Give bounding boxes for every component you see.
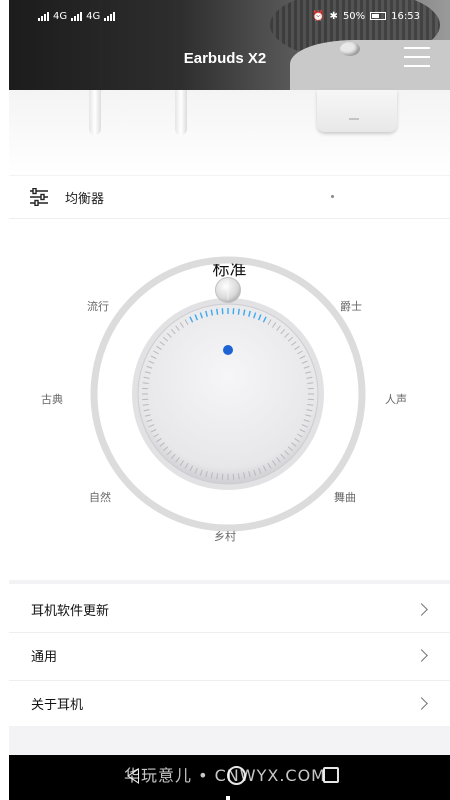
- product-image: [9, 90, 450, 175]
- list-item-label: 关于耳机: [31, 698, 84, 713]
- earbud-stem-left: [89, 90, 101, 135]
- dial-tick: [237, 308, 240, 315]
- list-item-label: 耳机软件更新: [31, 603, 110, 619]
- list-item-label: 通用: [31, 650, 58, 665]
- list-item-about[interactable]: 关于耳机: [9, 680, 450, 726]
- dial-indicator-dot: [223, 345, 233, 355]
- dial-knob: [137, 303, 319, 485]
- alarm-icon: ⏰: [312, 10, 325, 22]
- battery-icon: [370, 12, 387, 20]
- watermark-text: 华玩意儿 • CNWYX.COM: [124, 766, 326, 785]
- nav-indicator: [226, 796, 230, 800]
- mode-dance[interactable]: 舞曲: [334, 489, 356, 505]
- page-title: Earbuds X2: [183, 50, 267, 67]
- status-bar: 4G 4G ⏰ ✱ 50% 16:53: [38, 8, 420, 24]
- hamburger-menu-icon[interactable]: [404, 47, 430, 67]
- clock-time: 16:53: [391, 10, 420, 22]
- mode-vocal[interactable]: 人声: [385, 391, 407, 407]
- list-item-general[interactable]: 通用: [9, 632, 450, 678]
- chevron-right-icon: [415, 602, 428, 616]
- charging-case: [317, 90, 397, 132]
- network-type-1: 4G: [53, 10, 68, 22]
- mode-natural[interactable]: 自然: [89, 489, 111, 505]
- left-edge-strip: [0, 0, 9, 800]
- mode-pop[interactable]: 流行: [87, 298, 109, 314]
- network-type-2: 4G: [86, 10, 101, 22]
- chevron-right-icon: [415, 649, 428, 662]
- equalizer-dial[interactable]: [9, 176, 450, 580]
- signal-icon: [38, 11, 49, 21]
- app-screen: 4G 4G ⏰ ✱ 50% 16:53 Earbuds X2 均衡器 标准 流行…: [0, 0, 450, 800]
- settings-list: 耳机软件更新 通用 关于耳机: [9, 584, 450, 726]
- equalizer-card: 均衡器 标准 流行 爵士 古典 人声 自然 舞曲 乡村: [9, 176, 450, 580]
- battery-percent: 50%: [342, 10, 366, 22]
- mode-country[interactable]: 乡村: [214, 528, 236, 544]
- mode-classical[interactable]: 古典: [41, 391, 63, 407]
- bluetooth-icon: ✱: [329, 10, 338, 22]
- mode-jazz[interactable]: 爵士: [340, 298, 362, 314]
- signal-icon: [104, 11, 116, 21]
- dial-tick: [216, 308, 219, 315]
- list-item-firmware-update[interactable]: 耳机软件更新: [9, 586, 450, 632]
- earbud-stem-right: [175, 90, 187, 135]
- signal-icon: [71, 11, 83, 21]
- chevron-right-icon: [415, 697, 428, 710]
